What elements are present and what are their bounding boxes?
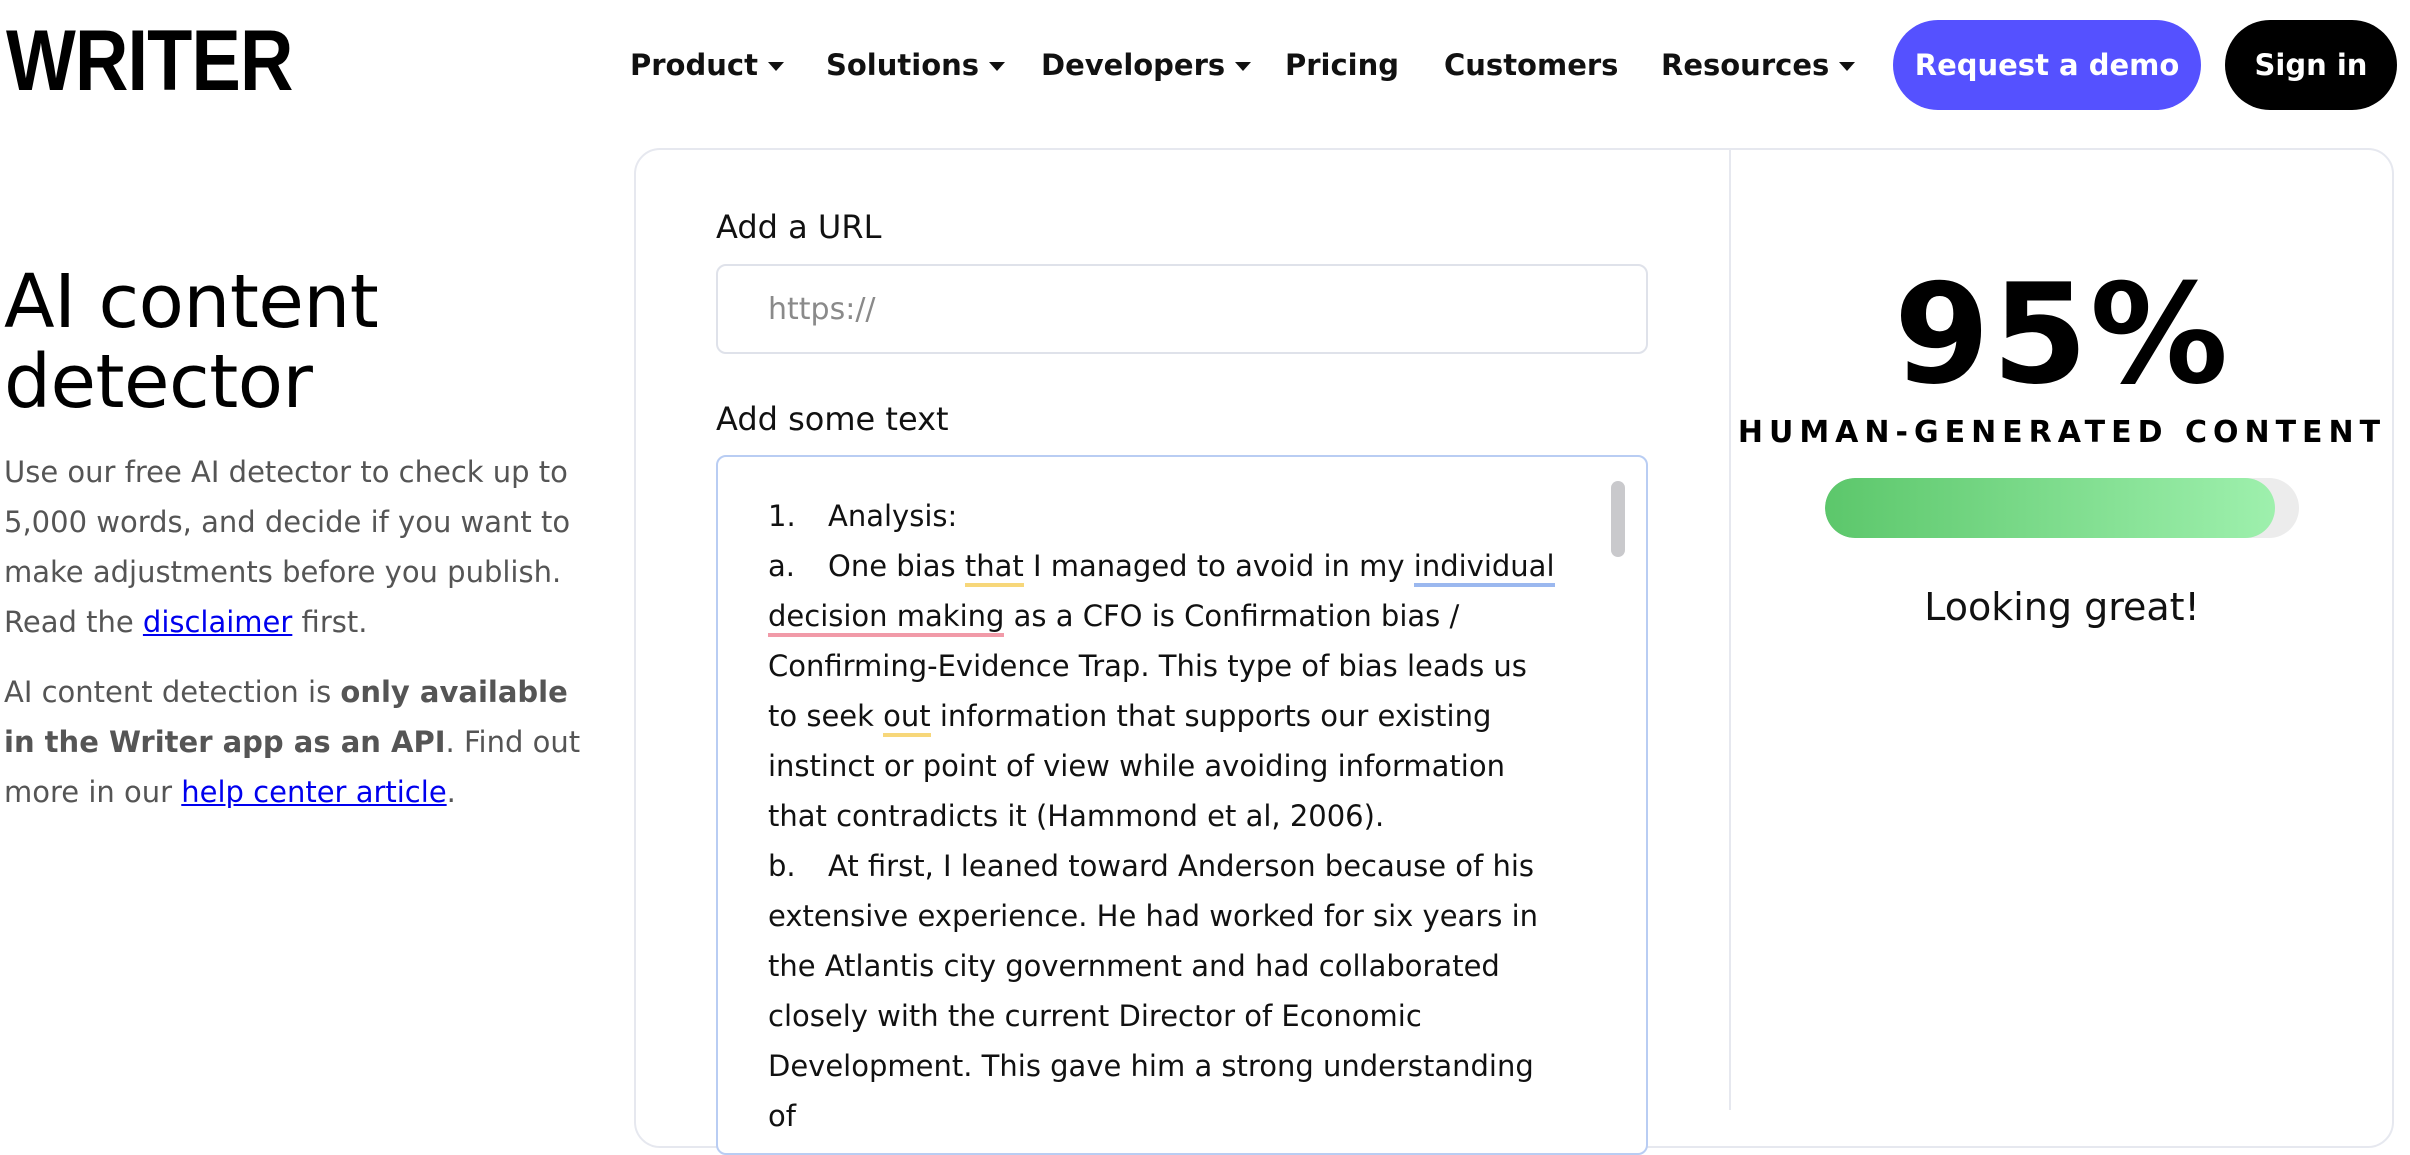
nav-item-resources[interactable]: Resources: [1661, 20, 1856, 110]
nav-item-label: Customers: [1444, 48, 1619, 82]
nav-item-label: Solutions: [826, 48, 980, 82]
text-paragraph: a. One bias that I managed to avoid in my…: [768, 541, 1558, 841]
text-input-area[interactable]: 1. Analysis: a. One bias that I managed to…: [716, 455, 1648, 1155]
description-text: .: [446, 775, 456, 809]
url-label: Add a URL: [716, 208, 882, 246]
description-paragraph: AI content detection is only available i…: [4, 667, 594, 817]
text-input-content[interactable]: 1. Analysis: a. One bias that I managed to…: [768, 491, 1558, 1141]
status-message: Looking great!: [1924, 585, 2200, 629]
paragraph-text: At first, I leaned toward Anderson becau…: [768, 849, 1539, 1133]
chevron-down-icon: [989, 62, 1006, 71]
text-paragraph: 1. Analysis:: [768, 491, 1558, 541]
page-title: AI content detector: [4, 259, 379, 425]
nav-item-pricing[interactable]: Pricing: [1285, 20, 1399, 110]
sign-in-button[interactable]: Sign in: [2225, 20, 2397, 110]
list-marker: a.: [768, 549, 795, 583]
score-progress-fill: [1825, 478, 2276, 538]
nav-item-developers[interactable]: Developers: [1041, 20, 1252, 110]
score-progress-bar: [1825, 478, 2299, 538]
nav-item-label: Resources: [1661, 48, 1830, 82]
list-marker: b.: [768, 849, 796, 883]
paragraph-text: Analysis:: [828, 499, 958, 533]
highlighted-phrase[interactable]: decision making: [768, 599, 1005, 637]
text-area-scrollbar[interactable]: [1611, 481, 1625, 557]
nav-item-label: Pricing: [1285, 48, 1400, 82]
score-label: HUMAN-GENERATED CONTENT: [1737, 415, 2387, 450]
text-label: Add some text: [716, 400, 949, 438]
nav-item-solutions[interactable]: Solutions: [826, 20, 1006, 110]
description-text: AI content detection is: [4, 675, 341, 709]
disclaimer-link[interactable]: disclaimer: [143, 605, 292, 639]
chevron-down-icon: [767, 62, 784, 71]
paragraph-text: One bias: [828, 549, 965, 583]
text-paragraph: b. At first, I leaned toward Anderson bec…: [768, 841, 1558, 1141]
url-input[interactable]: [716, 264, 1648, 354]
hero-description: Use our free AI detector to check up to …: [4, 447, 594, 837]
chevron-down-icon: [1839, 62, 1856, 71]
chevron-down-icon: [1235, 62, 1252, 71]
highlighted-phrase[interactable]: out: [883, 699, 931, 737]
site-header: WRITER Product Solutions Developers Pric…: [0, 0, 2410, 128]
score-value: 95%: [1893, 254, 2231, 415]
help-center-link[interactable]: help center article: [181, 775, 446, 809]
request-demo-button[interactable]: Request a demo: [1893, 20, 2201, 110]
nav-item-customers[interactable]: Customers: [1444, 20, 1618, 110]
nav-item-label: Product: [630, 48, 758, 82]
description-paragraph: Use our free AI detector to check up to …: [4, 447, 594, 647]
paragraph-text: I managed to avoid in my: [1023, 549, 1414, 583]
list-marker: 1.: [768, 499, 796, 533]
nav-item-product[interactable]: Product: [630, 20, 784, 110]
description-text: first.: [292, 605, 368, 639]
highlighted-phrase[interactable]: individual: [1413, 549, 1555, 587]
nav-item-label: Developers: [1041, 48, 1226, 82]
highlighted-phrase[interactable]: that: [964, 549, 1024, 587]
